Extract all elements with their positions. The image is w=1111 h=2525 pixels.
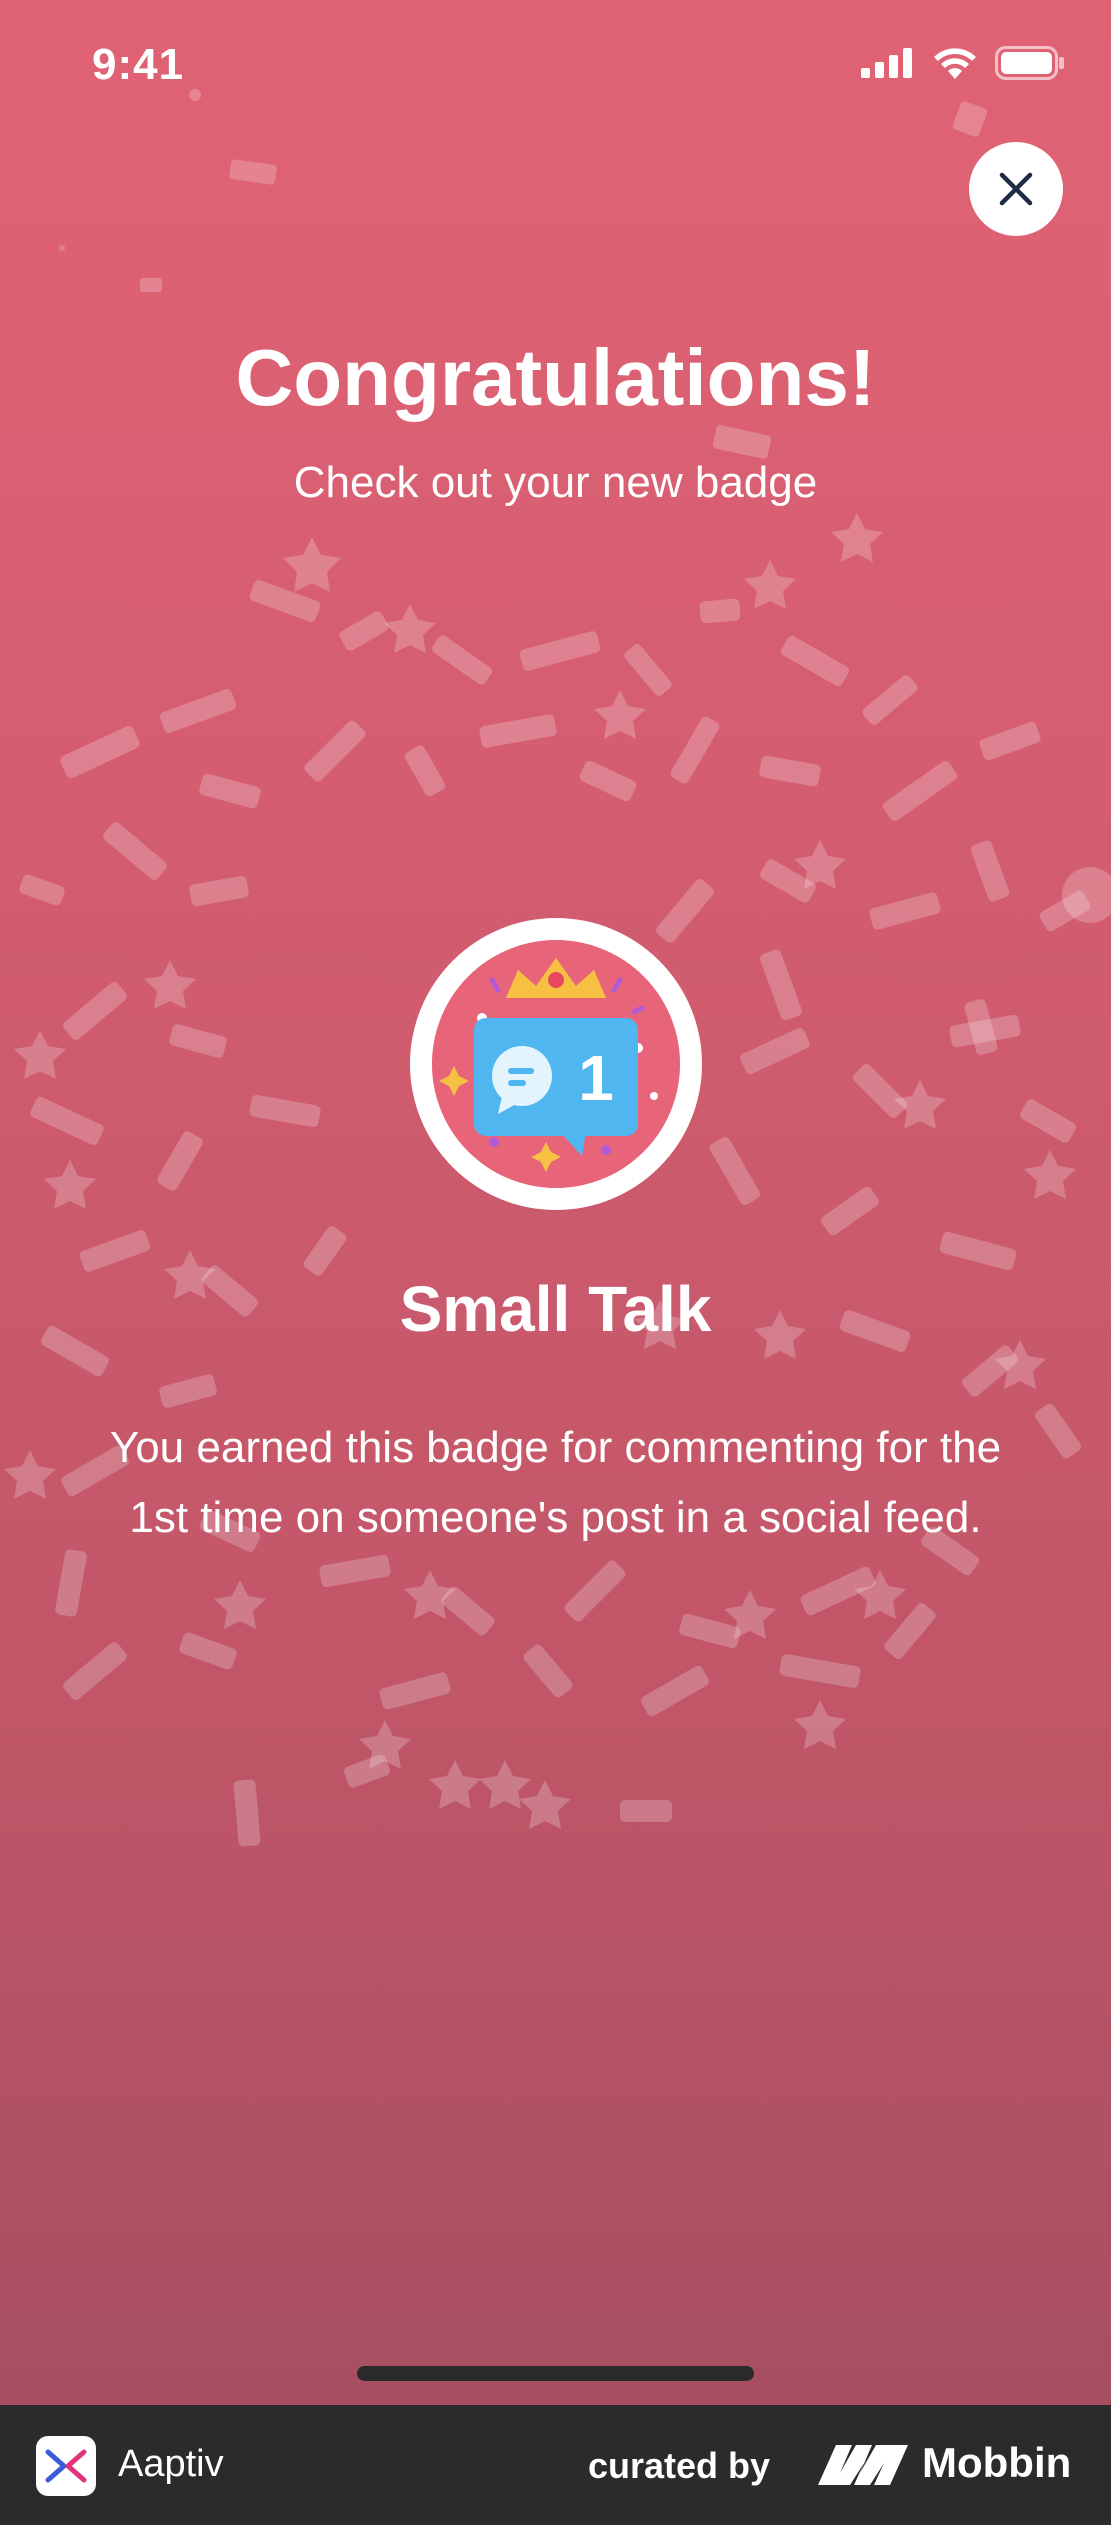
mobbin-brand: Mobbin bbox=[922, 2439, 1072, 2486]
celebration-screen: 9:41 Congratulations! Check out your new… bbox=[0, 0, 1111, 2405]
attribution-footer: Aaptiv curated by Mobbin bbox=[0, 2405, 1111, 2525]
wifi-icon bbox=[934, 48, 976, 79]
aaptiv-logo-icon bbox=[36, 2436, 96, 2496]
curated-by-label: curated by bbox=[588, 2445, 771, 2486]
app-name: Aaptiv bbox=[118, 2443, 224, 2485]
home-indicator bbox=[357, 2366, 754, 2381]
mobbin-logo-icon bbox=[818, 2445, 908, 2485]
close-button[interactable] bbox=[969, 142, 1063, 236]
status-icons bbox=[861, 46, 1065, 80]
badge-description: You earned this badge for commenting for… bbox=[109, 1423, 1002, 1542]
status-time: 9:41 bbox=[92, 40, 185, 89]
signal-icon bbox=[861, 48, 912, 78]
badge-image: 1 bbox=[410, 918, 702, 1210]
badge-name: Small Talk bbox=[399, 1273, 712, 1345]
status-bar: 9:41 bbox=[0, 0, 1111, 140]
battery-icon bbox=[995, 46, 1064, 80]
congratulations-title: Congratulations! bbox=[235, 333, 876, 422]
close-icon bbox=[999, 172, 1033, 206]
badge-count: 1 bbox=[578, 1042, 614, 1114]
subtitle: Check out your new badge bbox=[293, 458, 818, 507]
chat-badge-icon: 1 bbox=[410, 918, 702, 1210]
